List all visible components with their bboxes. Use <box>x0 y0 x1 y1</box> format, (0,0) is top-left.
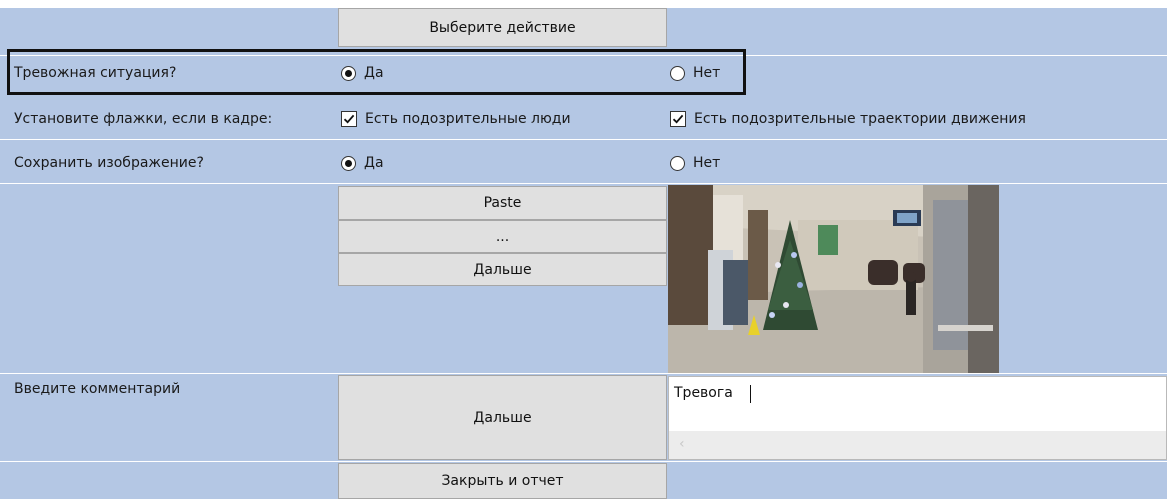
suspicious-trajectories-label: Есть подозрительные траектории движения <box>694 111 1026 127</box>
save-image-yes-radio[interactable]: Да <box>341 149 384 177</box>
alarm-no-radio[interactable]: Нет <box>670 59 720 87</box>
camera-snapshot-image <box>668 185 999 373</box>
save-image-question-label: Сохранить изображение? <box>14 155 204 171</box>
horizontal-scrollbar[interactable]: ‹ <box>669 431 1166 459</box>
alarm-yes-label: Да <box>364 65 384 81</box>
alarm-question-label: Тревожная ситуация? <box>14 65 177 81</box>
suspicious-people-label: Есть подозрительные люди <box>365 111 571 127</box>
select-action-button[interactable]: Выберите действие <box>338 8 667 47</box>
alarm-yes-radio[interactable]: Да <box>341 59 384 87</box>
save-image-yes-label: Да <box>364 155 384 171</box>
comment-text: Тревога <box>674 385 733 401</box>
suspicious-people-checkbox[interactable]: Есть подозрительные люди <box>341 105 571 133</box>
checkbox-checked-icon <box>670 111 686 127</box>
radio-unselected-icon <box>670 155 685 171</box>
checkbox-checked-icon <box>341 111 357 127</box>
radio-unselected-icon <box>670 65 685 81</box>
save-image-no-label: Нет <box>693 155 721 171</box>
flags-question-label: Установите флажки, если в кадре: <box>14 111 273 127</box>
row-divider <box>0 139 1167 140</box>
comment-next-button[interactable]: Дальше <box>338 375 667 460</box>
comment-label: Введите комментарий <box>14 381 181 397</box>
alarm-no-label: Нет <box>693 65 721 81</box>
text-caret <box>750 385 751 403</box>
close-and-report-button[interactable]: Закрыть и отчет <box>338 463 667 499</box>
save-image-no-radio[interactable]: Нет <box>670 149 720 177</box>
comment-textarea[interactable]: Тревога ‹ <box>668 376 1167 460</box>
image-next-button[interactable]: Дальше <box>338 253 667 286</box>
paste-button[interactable]: Paste <box>338 186 667 220</box>
radio-selected-icon <box>341 65 356 81</box>
browse-button[interactable]: ... <box>338 220 667 253</box>
row-divider <box>0 461 1167 462</box>
row-divider <box>0 373 1167 374</box>
suspicious-trajectories-checkbox[interactable]: Есть подозрительные траектории движения <box>670 105 1026 133</box>
row-divider <box>0 183 1167 184</box>
radio-selected-icon <box>341 155 356 171</box>
chevron-left-icon[interactable]: ‹ <box>679 436 685 452</box>
